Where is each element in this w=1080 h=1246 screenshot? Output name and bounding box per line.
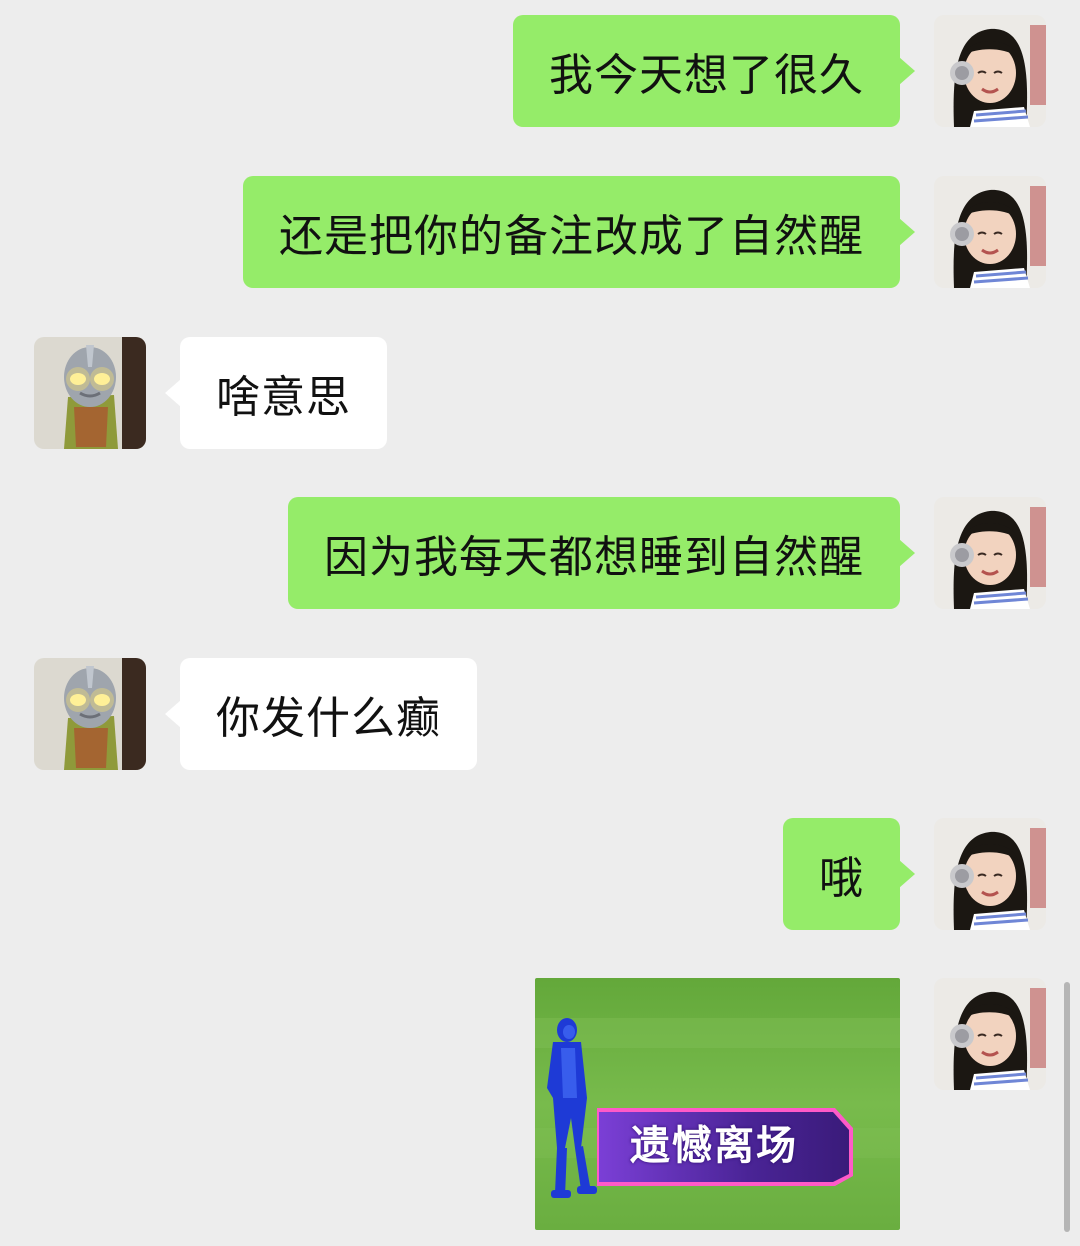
contact-message-bubble[interactable]: 你发什么癫 [165,658,477,770]
message-text: 哦 [819,853,864,904]
ultraman-mask-avatar-icon [34,337,146,449]
soccer-field-sticker-icon [535,978,900,1230]
my-avatar[interactable] [934,15,1046,127]
my-message-bubble[interactable]: 还是把你的备注改成了自然醒 [243,176,915,288]
contact-avatar[interactable] [34,658,146,770]
message-text: 啥意思 [216,372,351,423]
my-avatar[interactable] [934,978,1046,1090]
message-text: 我今天想了很久 [549,50,864,101]
sticker-caption: 遗憾离场 [630,1123,798,1169]
girl-headphones-avatar-icon [934,15,1046,127]
scrollbar[interactable] [1064,982,1070,1232]
contact-avatar[interactable] [34,337,146,449]
chat-area: 我今天想了很久 还是把你的备注改成了自然醒 啥意思 因为我每天都想睡到自然醒 你… [0,0,1080,1246]
ultraman-mask-avatar-icon [34,658,146,770]
my-message-bubble[interactable]: 我今天想了很久 [513,15,915,127]
sticker-image[interactable]: 遗憾离场 [535,978,900,1230]
girl-headphones-avatar-icon [934,818,1046,930]
girl-headphones-avatar-icon [934,176,1046,288]
my-message-bubble[interactable]: 因为我每天都想睡到自然醒 [288,497,915,609]
my-avatar[interactable] [934,818,1046,930]
my-avatar[interactable] [934,497,1046,609]
message-text: 还是把你的备注改成了自然醒 [279,211,864,262]
my-avatar[interactable] [934,176,1046,288]
message-text: 因为我每天都想睡到自然醒 [324,532,864,583]
my-message-bubble[interactable]: 哦 [783,818,915,930]
message-text: 你发什么癫 [216,693,441,744]
contact-message-bubble[interactable]: 啥意思 [165,337,387,449]
girl-headphones-avatar-icon [934,497,1046,609]
girl-headphones-avatar-icon [934,978,1046,1090]
